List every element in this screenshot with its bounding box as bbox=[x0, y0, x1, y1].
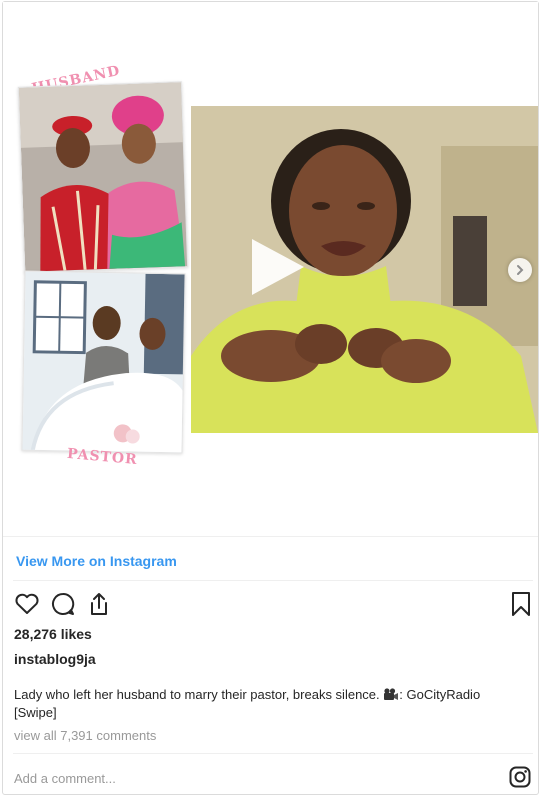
chevron-right-glyph bbox=[517, 265, 524, 275]
movie-camera-icon bbox=[384, 688, 399, 700]
husband-photo bbox=[17, 81, 189, 273]
caption-credit: : GoCityRadio bbox=[399, 687, 481, 702]
bookmark-icon[interactable] bbox=[507, 590, 535, 618]
husband-photo-illustration bbox=[18, 82, 189, 273]
caption-tail: [Swipe] bbox=[14, 705, 57, 720]
divider bbox=[13, 580, 533, 581]
heart-icon[interactable] bbox=[13, 590, 41, 618]
view-more-on-instagram-link[interactable]: View More on Instagram bbox=[16, 553, 177, 569]
post-media-carousel[interactable]: HUSBAND PASTOR bbox=[3, 2, 538, 537]
instagram-logo-icon[interactable] bbox=[509, 766, 531, 788]
chevron-right-icon[interactable] bbox=[508, 258, 532, 282]
add-comment-input[interactable] bbox=[14, 768, 484, 788]
instagram-embed-card: HUSBAND PASTOR View More on Instagram 28… bbox=[2, 1, 539, 795]
pastor-wedding-photo bbox=[21, 270, 186, 454]
username-link[interactable]: instablog9ja bbox=[14, 651, 96, 667]
view-all-comments-link[interactable]: view all 7,391 comments bbox=[14, 728, 156, 743]
comment-icon[interactable] bbox=[49, 590, 77, 618]
action-bar bbox=[13, 590, 533, 618]
likes-count[interactable]: 28,276 likes bbox=[14, 626, 92, 642]
play-icon[interactable] bbox=[244, 235, 308, 299]
share-icon[interactable] bbox=[85, 590, 113, 618]
pastor-photo-illustration bbox=[22, 271, 186, 454]
divider bbox=[13, 753, 533, 754]
caption-text: Lady who left her husband to marry their… bbox=[14, 687, 384, 702]
post-caption: Lady who left her husband to marry their… bbox=[14, 686, 529, 722]
